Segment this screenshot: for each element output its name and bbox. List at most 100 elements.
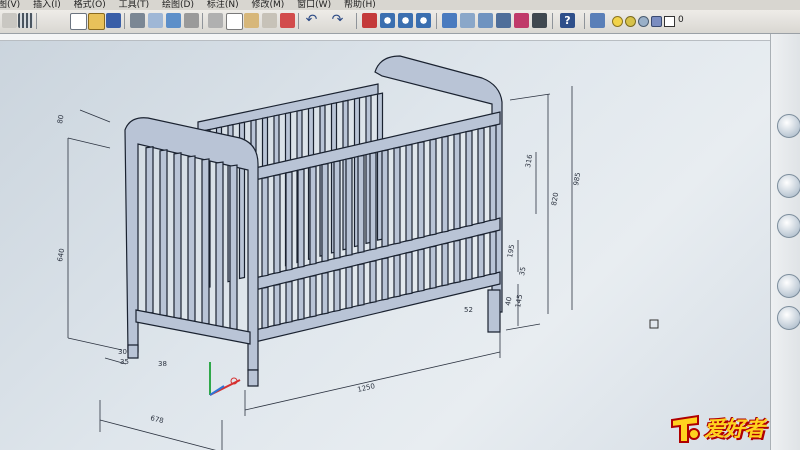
dim-640: 640	[56, 248, 66, 263]
tool-palettes-icon[interactable]	[478, 13, 493, 28]
tool-palette-strip	[770, 34, 800, 450]
menu-window[interactable]: 窗口(W)	[297, 0, 331, 10]
left-slat	[201, 158, 210, 326]
left-slat	[173, 152, 182, 320]
front-slat-upper	[453, 132, 461, 230]
palette-button-5[interactable]	[777, 306, 800, 330]
front-slat-upper	[333, 160, 341, 260]
left-slat	[159, 149, 168, 318]
print-icon[interactable]	[130, 13, 145, 28]
ucs-icon	[209, 362, 241, 396]
help-icon[interactable]: ?	[560, 13, 575, 28]
front-slat-lower	[285, 280, 293, 324]
menu-arrow-icon[interactable]	[2, 13, 17, 28]
front-left-leg	[247, 369, 259, 387]
left-slat	[215, 161, 224, 329]
menu-draw[interactable]: 绘图(D)	[162, 0, 194, 10]
preview-icon[interactable]	[148, 13, 163, 28]
crib-drawing: 80 640 30 35 38 678 1250 316 195 35 145 …	[56, 55, 659, 450]
front-slat-lower	[345, 266, 353, 310]
left-slat	[187, 155, 196, 323]
front-slat-upper	[309, 165, 317, 266]
cursor-pickbox	[649, 319, 659, 329]
pan-icon[interactable]	[362, 13, 377, 28]
dim-820: 820	[550, 192, 560, 207]
front-slat-lower	[333, 268, 341, 313]
redo-icon[interactable]: ↷	[330, 13, 345, 28]
menu-insert[interactable]: 插入(I)	[33, 0, 61, 10]
left-back-leg	[127, 344, 139, 359]
menu-help[interactable]: 帮助(H)	[344, 0, 376, 10]
front-slat-upper	[417, 141, 425, 239]
front-slat-upper	[285, 171, 293, 272]
dim-678: 678	[150, 414, 165, 425]
design-center-icon[interactable]	[460, 13, 475, 28]
front-slat-upper	[297, 168, 305, 269]
calculator-icon[interactable]	[532, 13, 547, 28]
front-slat-upper	[381, 149, 389, 248]
palette-button-2[interactable]	[777, 174, 800, 198]
menu-tools[interactable]: 工具(T)	[119, 0, 150, 10]
palette-button-3[interactable]	[777, 214, 800, 238]
grid-icon[interactable]	[18, 13, 33, 28]
watermark-text: 爱好者	[704, 417, 765, 441]
zoom-realtime-icon[interactable]	[380, 13, 395, 28]
markup-icon[interactable]	[514, 13, 529, 28]
new-icon[interactable]	[70, 13, 87, 30]
front-slat-lower	[393, 254, 401, 298]
front-slat-lower	[429, 245, 437, 290]
dim-40: 40	[504, 296, 513, 306]
front-slat-upper	[465, 130, 473, 228]
paste-icon[interactable]	[244, 13, 259, 28]
front-slat-lower	[357, 263, 365, 307]
lock-icon	[651, 16, 662, 27]
front-slat-upper	[345, 157, 353, 257]
save-icon[interactable]	[106, 13, 121, 28]
layers-icon[interactable]	[590, 13, 605, 28]
open-icon[interactable]	[88, 13, 105, 30]
front-slat-lower	[273, 283, 281, 327]
zoom-previous-icon[interactable]	[416, 13, 431, 28]
palette-button-1[interactable]	[777, 114, 800, 138]
front-slat-lower	[441, 242, 449, 287]
properties-icon[interactable]	[442, 13, 457, 28]
front-slat-upper	[273, 173, 281, 275]
palette-button-4[interactable]	[777, 274, 800, 298]
menu-modify[interactable]: 修改(M)	[251, 0, 284, 10]
front-slat-lower	[321, 271, 329, 315]
sun-icon	[625, 16, 636, 27]
cut-icon[interactable]	[208, 13, 223, 28]
front-slat-lower	[309, 274, 317, 318]
menu-dimension[interactable]: 标注(N)	[207, 0, 239, 10]
front-slat-lower	[405, 251, 413, 295]
dim-30: 30	[118, 348, 127, 356]
publish-icon[interactable]	[166, 13, 181, 28]
brush-icon[interactable]	[280, 13, 295, 28]
zoom-window-icon[interactable]	[398, 13, 413, 28]
layer-name: 0	[678, 15, 684, 25]
left-slat	[229, 164, 238, 331]
sheet-set-icon[interactable]	[496, 13, 511, 28]
copy-icon[interactable]	[226, 13, 243, 30]
front-slat-lower	[477, 233, 485, 278]
front-slat-upper	[357, 154, 365, 254]
standard-toolbar: ↶ ↷ ? 0	[0, 10, 800, 34]
dim-195: 195	[506, 244, 516, 259]
menu-format[interactable]: 格式(O)	[74, 0, 106, 10]
undo-icon[interactable]: ↶	[304, 13, 319, 28]
front-right-leg	[487, 289, 501, 333]
dim-52: 52	[464, 306, 473, 314]
front-slat-lower	[465, 236, 473, 281]
front-slat-upper	[405, 143, 413, 242]
layer-dropdown[interactable]: 0	[612, 12, 722, 29]
dim-985: 985	[572, 172, 582, 187]
front-slat-upper	[321, 162, 329, 263]
front-slat-lower	[297, 277, 305, 321]
match-properties-icon[interactable]	[262, 13, 277, 28]
bulb-icon	[612, 16, 623, 27]
drawing-canvas[interactable]: 80 640 30 35 38 678 1250 316 195 35 145 …	[0, 40, 768, 450]
menu-view[interactable]: 图(V)	[0, 0, 20, 10]
front-slat-upper	[369, 152, 377, 251]
menu-bar: 图(V) 插入(I) 格式(O) 工具(T) 绘图(D) 标注(N) 修改(M)…	[0, 0, 800, 10]
plot-icon[interactable]	[184, 13, 199, 28]
